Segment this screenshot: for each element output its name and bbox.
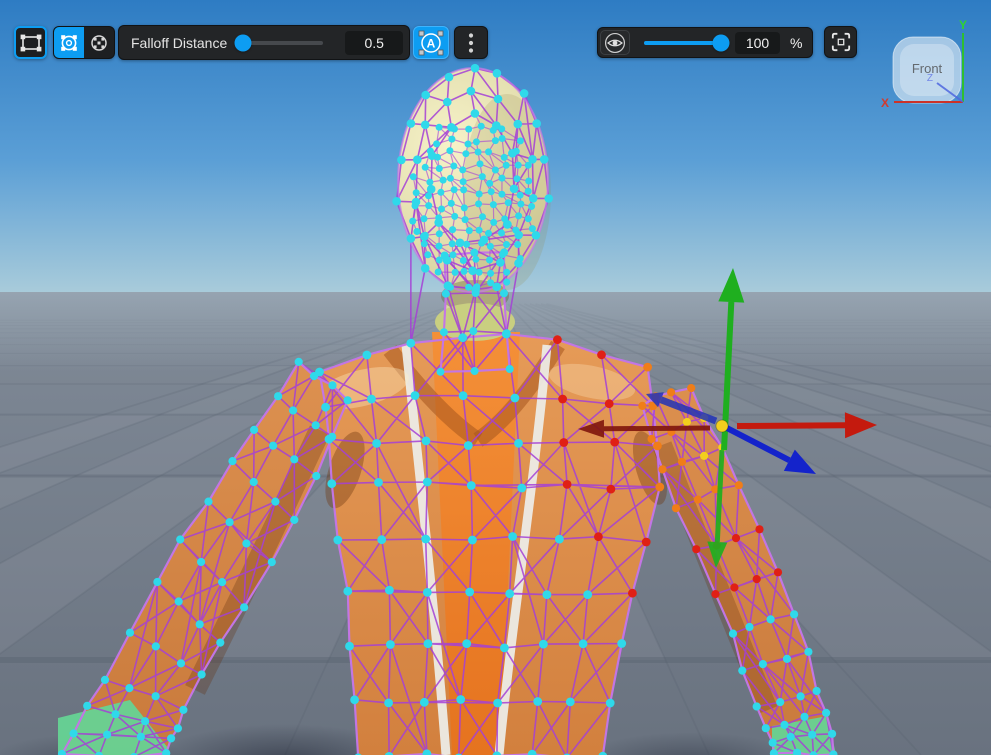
auto-falloff-icon: A xyxy=(418,30,444,56)
view-cube-face-label: Front xyxy=(912,61,943,76)
visibility-toggle-button[interactable] xyxy=(600,30,630,55)
x-axis-label: X xyxy=(881,96,889,110)
falloff-distance-label: Falloff Distance xyxy=(119,35,227,51)
auto-letter: A xyxy=(427,36,436,50)
sphere-select-tool-button[interactable] xyxy=(84,27,114,58)
visibility-eye-icon xyxy=(603,31,627,55)
auto-falloff-button[interactable]: A xyxy=(413,26,449,59)
select-mode-group xyxy=(53,26,115,59)
focus-frame-icon xyxy=(831,32,851,52)
percent-label: % xyxy=(790,35,802,51)
sphere-select-icon xyxy=(89,34,109,52)
falloff-slider-thumb[interactable] xyxy=(235,34,252,51)
3d-scene[interactable]: Y X Z Front xyxy=(0,0,991,755)
y-axis-label: Y xyxy=(959,18,967,32)
viewport[interactable]: Y X Z Front Falloff Distance 0.5 xyxy=(0,0,991,755)
circle-select-icon xyxy=(59,34,79,52)
opacity-slider[interactable] xyxy=(644,41,726,45)
visibility-panel: 100 % xyxy=(597,27,813,58)
opacity-value-input[interactable]: 100 xyxy=(735,32,780,54)
overflow-menu-button[interactable] xyxy=(454,26,488,59)
opacity-slider-thumb[interactable] xyxy=(713,34,730,51)
opacity-slider-fill xyxy=(644,41,721,45)
circle-select-tool-button[interactable] xyxy=(54,27,84,58)
marquee-select-icon xyxy=(20,34,42,52)
falloff-value-input[interactable]: 0.5 xyxy=(345,31,403,55)
falloff-panel: Falloff Distance 0.5 xyxy=(118,25,410,60)
kebab-menu-icon xyxy=(467,32,475,54)
focus-view-button[interactable] xyxy=(824,26,857,58)
falloff-distance-slider[interactable] xyxy=(235,41,323,45)
box-select-tool-button[interactable] xyxy=(14,26,47,59)
